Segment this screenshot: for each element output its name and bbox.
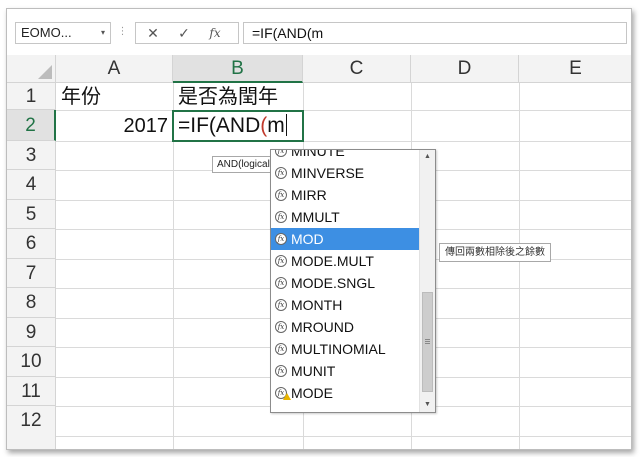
row-header-11[interactable]: 11 bbox=[7, 377, 56, 406]
formula-buttons: ✕ ✓ fx bbox=[135, 22, 239, 44]
chevron-down-icon[interactable]: ▾ bbox=[101, 23, 105, 43]
scrollbar-thumb[interactable] bbox=[422, 292, 433, 392]
autocomplete-item-mode[interactable]: fx MODE bbox=[271, 382, 420, 404]
function-icon: fx bbox=[275, 189, 287, 201]
autocomplete-item-mode-sngl[interactable]: fx MODE.SNGL bbox=[271, 272, 420, 294]
autocomplete-item-mmult[interactable]: fx MMULT bbox=[271, 206, 420, 228]
row-header-7[interactable]: 7 bbox=[7, 259, 56, 288]
active-cell-b2[interactable]: =IF(AND(m bbox=[172, 110, 304, 142]
autocomplete-item-mround[interactable]: fx MROUND bbox=[271, 316, 420, 338]
name-box[interactable]: EOMO... ▾ bbox=[15, 22, 111, 44]
function-icon: fx bbox=[275, 233, 287, 245]
cancel-icon[interactable]: ✕ bbox=[138, 23, 168, 43]
row-header-4[interactable]: 4 bbox=[7, 170, 56, 200]
autocomplete-scrollbar[interactable]: ▲ ▼ bbox=[419, 150, 435, 412]
row-header-1[interactable]: 1 bbox=[7, 83, 56, 110]
name-box-value: EOMO... bbox=[21, 25, 72, 40]
row-header-3[interactable]: 3 bbox=[7, 141, 56, 170]
function-icon: fx bbox=[275, 299, 287, 311]
insert-function-icon[interactable]: fx bbox=[200, 23, 230, 43]
grip-icon bbox=[425, 339, 430, 340]
autocomplete-item-minute[interactable]: fx MINUTE bbox=[271, 150, 420, 162]
select-all-icon bbox=[38, 65, 52, 79]
row-header-10[interactable]: 10 bbox=[7, 347, 56, 377]
grip-icon[interactable]: ⋮ bbox=[116, 22, 128, 44]
column-header-d[interactable]: D bbox=[411, 55, 519, 83]
formula-autocomplete-list[interactable]: fx MINUTE fx MINVERSE fx MIRR fx MMULT fx MOD… bbox=[270, 149, 436, 413]
row-header-8[interactable]: 8 bbox=[7, 288, 56, 318]
function-icon: fx bbox=[275, 343, 287, 355]
scroll-up-icon[interactable]: ▲ bbox=[420, 150, 435, 164]
function-icon: fx bbox=[275, 211, 287, 223]
column-header-a[interactable]: A bbox=[56, 55, 173, 83]
column-header-c[interactable]: C bbox=[303, 55, 411, 83]
scroll-down-icon[interactable]: ▼ bbox=[420, 398, 435, 412]
row-header-2[interactable]: 2 bbox=[7, 110, 56, 141]
function-icon: fx bbox=[275, 365, 287, 377]
excel-window: EOMO... ▾ ⋮ ✕ ✓ fx =IF(AND(m A B C D E 1… bbox=[6, 8, 632, 450]
cell-a1[interactable]: 年份 bbox=[61, 84, 101, 110]
function-icon: fx bbox=[275, 150, 287, 157]
function-description-tooltip: 傳回兩數相除後之餘數 bbox=[439, 243, 551, 262]
formula-bar: EOMO... ▾ ⋮ ✕ ✓ fx =IF(AND(m bbox=[7, 9, 631, 55]
check-icon[interactable]: ✓ bbox=[169, 23, 199, 43]
autocomplete-item-month[interactable]: fx MONTH bbox=[271, 294, 420, 316]
function-icon: fx bbox=[275, 167, 287, 179]
cell-b1[interactable]: 是否為閏年 bbox=[178, 84, 278, 110]
typed-text: m bbox=[267, 114, 285, 137]
formula-input[interactable]: =IF(AND(m bbox=[243, 22, 627, 44]
cell-a2[interactable]: 2017 bbox=[56, 111, 169, 141]
autocomplete-item-mirr[interactable]: fx MIRR bbox=[271, 184, 420, 206]
autocomplete-item-mode-mult[interactable]: fx MODE.MULT bbox=[271, 250, 420, 272]
formula-text: =IF(AND bbox=[178, 114, 261, 137]
autocomplete-item-mod[interactable]: fx MOD bbox=[271, 228, 420, 250]
function-icon: fx bbox=[275, 321, 287, 333]
autocomplete-item-minverse[interactable]: fx MINVERSE bbox=[271, 162, 420, 184]
function-icon: fx bbox=[275, 277, 287, 289]
column-header-e[interactable]: E bbox=[519, 55, 631, 83]
row-header-5[interactable]: 5 bbox=[7, 200, 56, 229]
row-header-12[interactable]: 12 bbox=[7, 406, 56, 449]
row-header-6[interactable]: 6 bbox=[7, 229, 56, 259]
text-caret bbox=[285, 114, 287, 136]
row-header-9[interactable]: 9 bbox=[7, 318, 56, 347]
function-icon: fx bbox=[275, 255, 287, 267]
autocomplete-items: fx MINUTE fx MINVERSE fx MIRR fx MMULT fx MOD… bbox=[271, 150, 420, 404]
select-all-corner[interactable] bbox=[7, 55, 56, 83]
compatibility-warning-icon bbox=[283, 393, 291, 400]
column-header-b[interactable]: B bbox=[173, 55, 303, 83]
autocomplete-item-munit[interactable]: fx MUNIT bbox=[271, 360, 420, 382]
autocomplete-item-multinomial[interactable]: fx MULTINOMIAL bbox=[271, 338, 420, 360]
